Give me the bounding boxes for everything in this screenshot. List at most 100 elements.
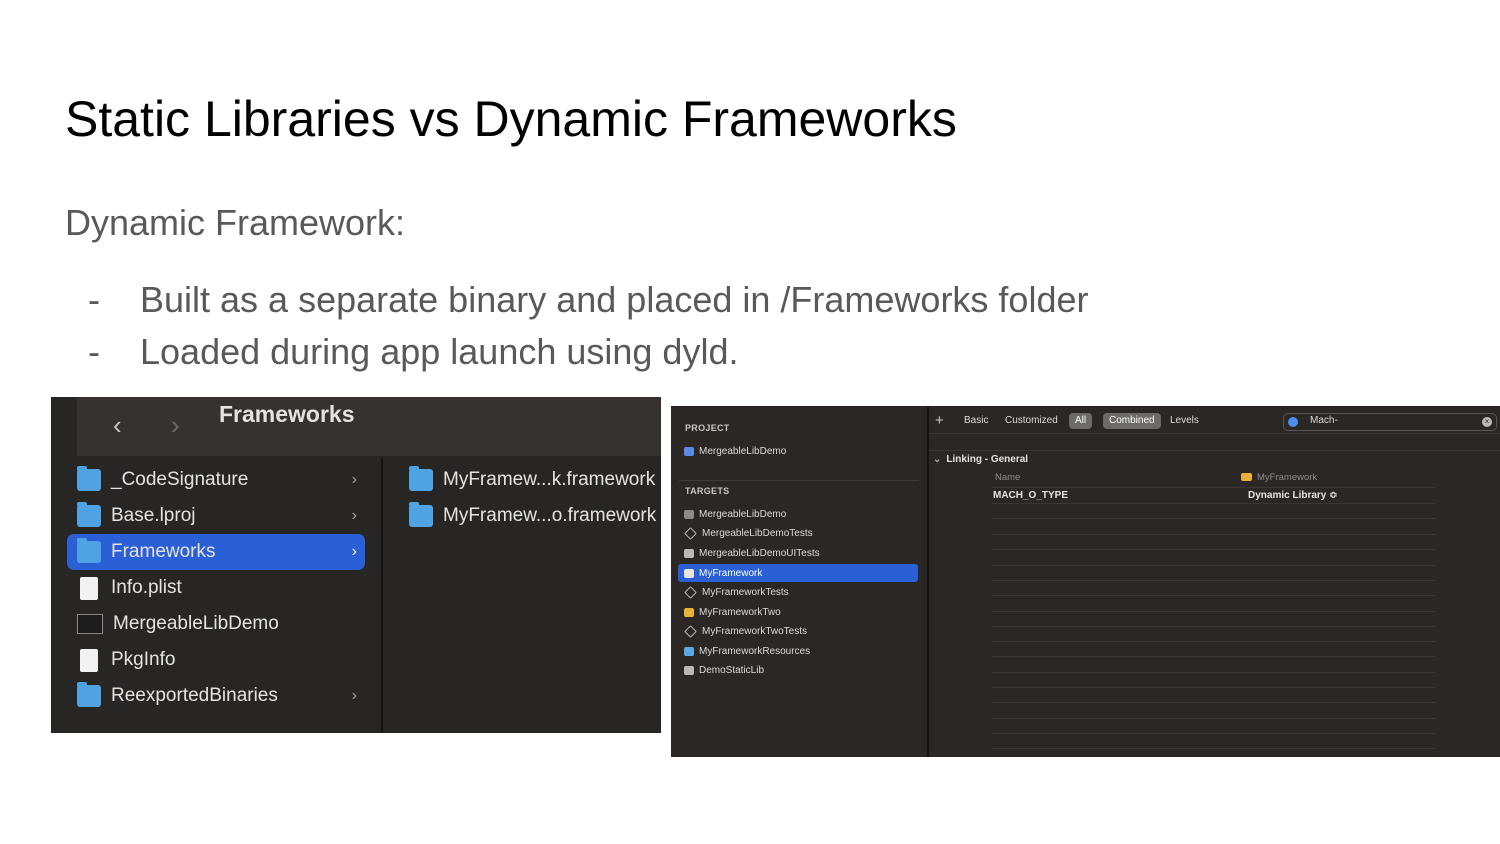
framework-target-icon [1241,473,1252,482]
finder-item-label: _CodeSignature [111,469,249,490]
filter-all-button[interactable]: All [1069,413,1093,429]
row-divider [992,580,1436,581]
folder-icon [77,502,101,527]
build-settings-editor: + Basic Customized All Combined Levels M… [929,406,1500,757]
project-item-label: MergeableLibDemo [699,445,787,457]
target-item-mergeablelibdemouitests[interactable]: MergeableLibDemoUITests [678,544,918,562]
row-divider [992,687,1436,688]
filter-basic-button[interactable]: Basic [964,413,988,429]
linking-general-group-header[interactable]: ⌄ Linking - General [933,454,1028,465]
row-divider [992,518,1436,519]
finder-item-reexportedbinaries[interactable]: ReexportedBinaries › [67,678,365,714]
finder-item-frameworks[interactable]: Frameworks › [67,534,365,570]
finder-column-2: MyFramew...k.framework MyFramew...o.fram… [383,458,661,733]
disclosure-chevron-icon[interactable]: ⌄ [933,454,941,465]
row-divider [992,595,1436,596]
chevron-left-icon[interactable]: ‹ [113,411,122,439]
finder-item-label: PkgInfo [111,649,176,670]
target-item-label: MergeableLibDemoUITests [699,547,820,559]
app-target-icon [684,509,694,519]
finder-item-info-plist[interactable]: Info.plist [67,570,365,606]
finder-item-mergeablelibdemo[interactable]: MergeableLibDemo [67,606,365,642]
target-item-label: MyFrameworkTwo [699,606,781,618]
target-item-myframeworktests[interactable]: MyFrameworkTests [678,583,918,601]
bundle-target-icon [684,646,694,656]
target-column-label: MyFramework [1257,472,1318,483]
targets-section-header: TARGETS [685,486,730,496]
slide-subtitle: Dynamic Framework: [65,202,406,243]
row-divider [992,611,1436,612]
row-divider [992,718,1436,719]
framework-target-icon [684,607,694,617]
finder-item-myframework[interactable]: MyFramew...k.framework [407,462,661,498]
row-divider [992,503,1436,504]
setting-name-mach-o-type[interactable]: MACH_O_TYPE [993,490,1068,501]
project-section-header: PROJECT [685,423,730,433]
target-item-mergeablelibdemo[interactable]: MergeableLibDemo [678,505,918,523]
finder-item-base-lproj[interactable]: Base.lproj › [67,498,365,534]
filter-customized-button[interactable]: Customized [1005,413,1058,429]
section-divider [679,480,919,481]
target-item-label: DemoStaticLib [699,664,765,676]
bullet-marker: - [88,279,100,320]
search-filter-icon[interactable] [1288,417,1298,427]
group-label: Linking - General [946,454,1029,465]
finder-item-label: ReexportedBinaries [111,685,278,706]
finder-item-pkginfo[interactable]: PkgInfo [67,642,365,678]
executable-icon [77,614,103,634]
chevron-right-icon: › [351,471,357,488]
row-divider [992,641,1436,642]
target-item-myframework[interactable]: MyFramework [678,564,918,582]
target-item-myframeworktwo[interactable]: MyFrameworkTwo [678,603,918,621]
row-divider [992,626,1436,627]
bullet-list: - Built as a separate binary and placed i… [88,278,1088,382]
finder-column-1: _CodeSignature › Base.lproj › Frameworks… [51,458,381,733]
target-column-header: MyFramework [1241,472,1317,483]
finder-item-label: Frameworks [111,541,216,562]
view-combined-button[interactable]: Combined [1103,413,1161,429]
finder-toolbar: ‹ › Frameworks [77,397,661,456]
xcode-window: PROJECT MergeableLibDemo TARGETS Mergeab… [671,406,1500,757]
target-item-myframeworkresources[interactable]: MyFrameworkResources [678,642,918,660]
row-divider [992,549,1436,550]
target-item-mergeablelibdemotests[interactable]: MergeableLibDemoTests [678,524,918,542]
folder-icon [77,682,101,707]
finder-item-label: MyFramew...o.framework [443,505,657,526]
target-item-label: MergeableLibDemo [699,508,787,520]
row-divider [992,733,1436,734]
chevron-right-icon: › [351,687,357,704]
add-setting-button[interactable]: + [935,413,944,429]
bullet-marker: - [88,331,100,372]
folder-icon [77,538,101,563]
target-item-label: MyFramework [699,567,763,579]
settings-search-field[interactable]: Mach- × [1283,413,1497,431]
view-levels-button[interactable]: Levels [1170,413,1199,429]
toolbar-divider [929,433,1500,434]
plist-file-icon [80,576,98,600]
target-item-myframeworktwotests[interactable]: MyFrameworkTwoTests [678,622,918,640]
finder-item-codesignature[interactable]: _CodeSignature › [67,462,365,498]
row-divider [992,702,1436,703]
xcode-target-sidebar: PROJECT MergeableLibDemo TARGETS Mergeab… [671,406,927,757]
name-column-header: Name [995,472,1021,483]
finder-item-label: Info.plist [111,577,182,598]
folder-icon [409,502,433,527]
bullet-item: - Built as a separate binary and placed i… [88,278,1088,330]
clear-search-icon[interactable]: × [1482,417,1492,427]
finder-item-myframeworktwo[interactable]: MyFramew...o.framework [407,498,661,534]
target-item-demostaticlib[interactable]: DemoStaticLib [678,661,918,679]
chevron-right-icon: › [351,543,357,560]
chevron-right-icon[interactable]: › [171,411,180,439]
bullet-text: Built as a separate binary and placed in… [140,279,1089,320]
target-item-label: MyFrameworkTests [702,586,789,598]
finder-item-label: Base.lproj [111,505,196,526]
test-target-icon [684,526,697,540]
search-value[interactable]: Mach- [1310,415,1338,426]
setting-value-dropdown[interactable]: Dynamic Library ≎ [1248,490,1338,501]
row-divider [992,656,1436,657]
file-icon [80,648,98,672]
project-item-mergeablelibdemo[interactable]: MergeableLibDemo [678,442,918,460]
framework-target-icon [684,568,694,578]
target-item-label: MyFrameworkResources [699,645,811,657]
row-divider [992,565,1436,566]
